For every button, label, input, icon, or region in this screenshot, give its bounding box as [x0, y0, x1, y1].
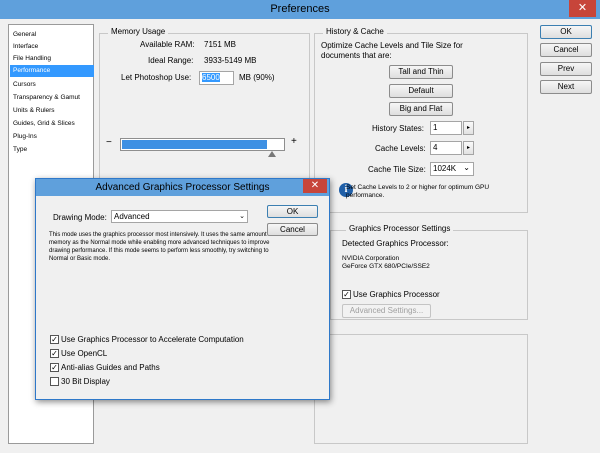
sidebar-item-file-handling[interactable]: File Handling [10, 53, 94, 65]
dialog-close-icon[interactable]: ✕ [303, 179, 327, 193]
accelerate-computation-label: Use Graphics Processor to Accelerate Com… [61, 335, 244, 344]
cache-tile-size-value: 1024K [433, 164, 457, 173]
memory-slider[interactable] [120, 138, 285, 151]
cache-levels-label: Cache Levels: [375, 144, 426, 153]
available-ram-label: Available RAM: [140, 40, 195, 49]
drawing-mode-value: Advanced [114, 212, 150, 221]
use-gpu-label: Use Graphics Processor [353, 290, 440, 299]
window-title: Preferences [270, 3, 330, 15]
minus-icon: − [106, 137, 112, 148]
history-states-chevron-icon[interactable]: ▸ [463, 121, 474, 135]
drawing-mode-description: This mode uses the graphics processor mo… [49, 232, 274, 262]
drawing-mode-label: Drawing Mode: [53, 213, 107, 222]
gpu-model: GeForce GTX 680/PCIe/SSE2 [342, 263, 430, 270]
history-cache-legend: History & Cache [323, 27, 387, 36]
cache-optimize-description: Optimize Cache Levels and Tile Size for … [321, 41, 463, 60]
default-button[interactable]: Default [389, 84, 453, 98]
memory-usage-legend: Memory Usage [108, 27, 169, 36]
sidebar-item-performance[interactable]: Performance [10, 65, 94, 77]
use-opencl-checkbox[interactable]: ✓ [50, 349, 59, 358]
chevron-down-icon: ⌄ [463, 163, 470, 172]
memory-amount-suffix: MB (90%) [239, 73, 275, 82]
let-photoshop-use-label: Let Photoshop Use: [121, 73, 192, 82]
memory-slider-thumb[interactable] [268, 151, 276, 157]
advanced-settings-button[interactable]: Advanced Settings... [342, 304, 431, 318]
dialog-ok-button[interactable]: OK [267, 205, 318, 218]
cache-tile-size-select[interactable]: 1024K ⌄ [430, 162, 474, 176]
sidebar-item-cursors[interactable]: Cursors [10, 79, 94, 91]
memory-amount-value: 6500 [202, 73, 220, 82]
use-opencl-label: Use OpenCL [61, 349, 108, 358]
sidebar-item-transparency-gamut[interactable]: Transparency & Gamut [10, 92, 94, 104]
drawing-mode-select[interactable]: Advanced ⌄ [111, 210, 248, 223]
sidebar-item-interface[interactable]: Interface [10, 41, 94, 53]
cache-info-text: Set Cache Levels to 2 or higher for opti… [346, 184, 490, 199]
accelerate-computation-checkbox[interactable]: ✓ [50, 335, 59, 344]
dialog-title: Advanced Graphics Processor Settings [95, 182, 270, 193]
30-bit-display-label: 30 Bit Display [61, 377, 110, 386]
ideal-range-value: 3933-5149 MB [204, 56, 257, 65]
lower-panel-group [314, 334, 528, 444]
detected-gpu-label: Detected Graphics Processor: [342, 239, 449, 248]
next-button[interactable]: Next [540, 80, 592, 94]
anti-alias-checkbox[interactable]: ✓ [50, 363, 59, 372]
memory-amount-input[interactable]: 6500 [199, 71, 234, 85]
cancel-button[interactable]: Cancel [540, 43, 592, 57]
gpu-vendor: NVIDIA Corporation [342, 255, 400, 262]
dialog-cancel-button[interactable]: Cancel [267, 223, 318, 236]
history-states-label: History States: [372, 124, 425, 133]
use-gpu-checkbox[interactable]: ✓ [342, 290, 351, 299]
cache-levels-chevron-icon[interactable]: ▸ [463, 141, 474, 155]
chevron-down-icon: ⌄ [239, 213, 245, 220]
sidebar-item-units-rulers[interactable]: Units & Rulers [10, 105, 94, 117]
close-icon[interactable]: ✕ [569, 0, 596, 17]
30-bit-display-checkbox[interactable] [50, 377, 59, 386]
anti-alias-label: Anti-alias Guides and Paths [61, 363, 160, 372]
available-ram-value: 7151 MB [204, 40, 237, 49]
sidebar-item-type[interactable]: Type [10, 144, 94, 156]
cache-levels-input[interactable]: 4 [430, 141, 462, 155]
tall-and-thin-button[interactable]: Tall and Thin [389, 65, 453, 79]
ideal-range-label: Ideal Range: [148, 56, 194, 65]
advanced-gpu-dialog: Advanced Graphics Processor Settings ✕ D… [35, 178, 330, 400]
sidebar-item-guides-grid-slices[interactable]: Guides, Grid & Slices [10, 118, 94, 130]
ok-button[interactable]: OK [540, 25, 592, 39]
plus-icon: + [291, 136, 297, 147]
prev-button[interactable]: Prev [540, 62, 592, 76]
history-states-input[interactable]: 1 [430, 121, 462, 135]
memory-slider-fill [122, 140, 267, 149]
sidebar-item-plug-ins[interactable]: Plug-Ins [10, 131, 94, 143]
sidebar-item-general[interactable]: General [10, 29, 94, 41]
graphics-processor-legend: Graphics Processor Settings [346, 224, 454, 233]
cache-tile-size-label: Cache Tile Size: [368, 165, 426, 174]
big-and-flat-button[interactable]: Big and Flat [389, 102, 453, 116]
